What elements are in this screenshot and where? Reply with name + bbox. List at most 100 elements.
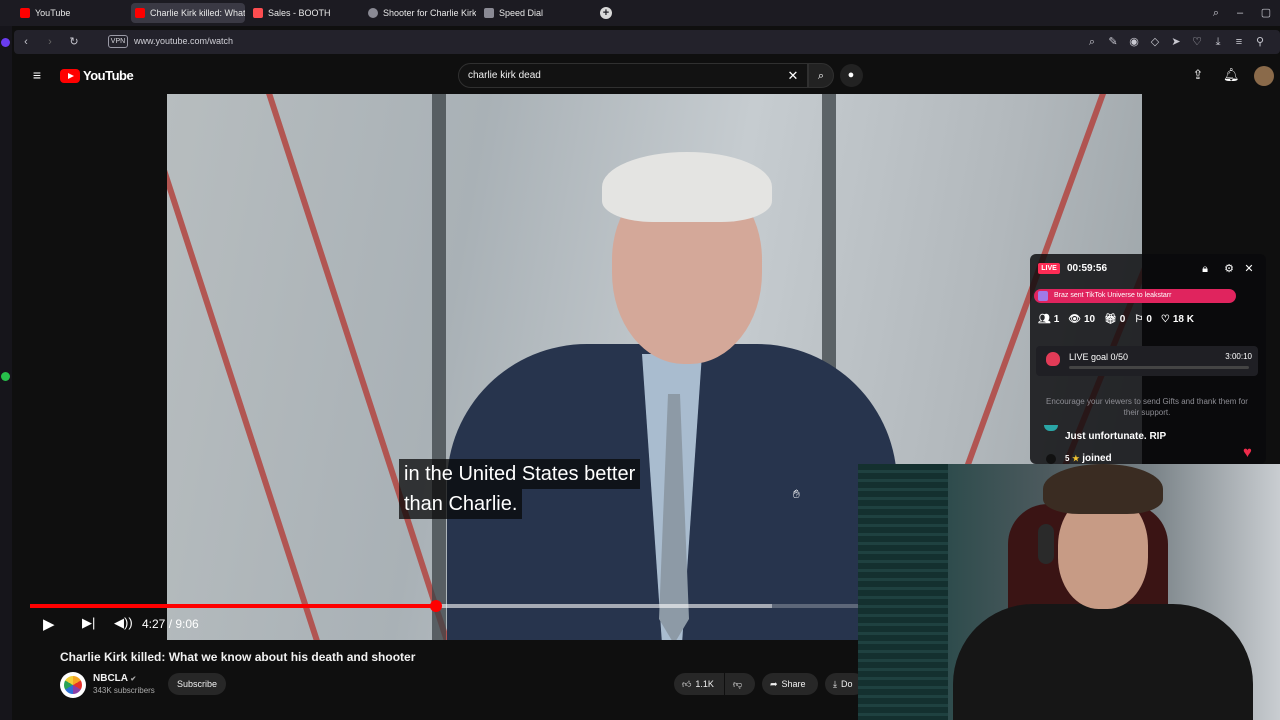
stat-shares: ⚐ 0 [1134, 314, 1152, 325]
notifications-bell-icon[interactable]: 🔔︎ [1223, 68, 1240, 81]
shield-icon[interactable]: ◇ [1149, 36, 1161, 48]
captions: in the United States better than Charlie… [399, 459, 641, 519]
live-timer: 00:59:56 [1067, 263, 1108, 274]
youtube-logo-text: YouTube [83, 68, 134, 83]
upload-icon[interactable]: ⇪ [1192, 68, 1204, 81]
sidebar-app-icon[interactable] [1, 38, 10, 47]
channel-avatar[interactable] [60, 672, 86, 698]
stat-value: 0 [1146, 314, 1152, 325]
joined-text: joined [1082, 453, 1112, 464]
gift-icon [1038, 291, 1048, 301]
stat-viewers: 👥︎ 1 [1038, 314, 1059, 325]
play-icon[interactable]: ▶ [43, 615, 55, 633]
tab-youtube[interactable]: YouTube [16, 3, 126, 23]
tab-charlie-kirk-video[interactable]: Charlie Kirk killed: What w [131, 3, 245, 23]
send-icon[interactable]: ➤ [1170, 36, 1182, 48]
avatar[interactable] [1254, 66, 1274, 86]
background-pillar [432, 94, 446, 640]
search-input[interactable]: charlie kirk dead ✕ [458, 63, 808, 88]
search-page-icon[interactable]: ⌕ [1086, 36, 1098, 48]
address-bar: ‹ › ↻ VPN www.youtube.com/watch ⌕ ✎ ◉ ◇ … [14, 30, 1280, 54]
clear-search-icon[interactable]: ✕ [787, 69, 799, 82]
profile-icon[interactable]: ⚲ [1254, 36, 1266, 48]
youtube-logo[interactable]: YouTube [60, 68, 134, 83]
youtube-favicon-icon [20, 8, 30, 18]
tab-shooter[interactable]: Shooter for Charlie Kirk [364, 3, 476, 23]
voice-search-button[interactable]: ● [840, 64, 863, 87]
gift-banner-text: Braz sent TikTok Universe to leakstarr [1054, 292, 1172, 299]
volume-icon[interactable]: ◀)) [114, 615, 133, 631]
time-display: 4:27 / 9:06 [142, 617, 199, 631]
window-blinds [858, 464, 948, 720]
headphones-icon [1038, 524, 1054, 564]
level-star-icon: ★ [1072, 454, 1080, 463]
search-tabs-icon[interactable]: ⌕ [1210, 7, 1222, 19]
like-button[interactable]: 👍︎ 1.1K [674, 673, 724, 695]
live-goal[interactable]: LIVE goal 0/50 3:00:10 [1036, 346, 1258, 376]
youtube-header: ≡ YouTube charlie kirk dead ✕ ⌕ ● ⇪ 🔔︎ [14, 58, 1280, 94]
chat-comment: Just unfortunate. RIP [1065, 431, 1167, 442]
joined-message: 5 ★ joined [1065, 453, 1112, 464]
share-label: Share [781, 679, 806, 689]
back-icon[interactable]: ‹ [20, 36, 32, 48]
caption-line: than Charlie. [399, 489, 523, 519]
share-button[interactable]: ➦ Share [762, 673, 818, 695]
edit-icon[interactable]: ✎ [1107, 36, 1119, 48]
download-icon[interactable]: ⤓ [1212, 36, 1224, 48]
subscribe-button[interactable]: Subscribe [168, 673, 226, 695]
caption-line: in the United States better [399, 459, 641, 489]
stat-likes: ♡ 18 K [1161, 314, 1194, 325]
browser-tab-bar: YouTube Charlie Kirk killed: What w Sale… [0, 0, 1280, 26]
lock-icon[interactable]: 🔒︎ [1199, 263, 1211, 275]
reload-icon[interactable]: ↻ [68, 36, 80, 48]
tab-label: YouTube [35, 8, 71, 18]
goal-time: 3:00:10 [1225, 352, 1252, 361]
new-tab-plus-icon[interactable]: + [600, 7, 612, 19]
forward-icon[interactable]: › [44, 36, 56, 48]
hand-cursor-icon: ✋︎ [793, 487, 800, 501]
user-level: 5 [1065, 454, 1070, 463]
browser-sidebar [0, 26, 12, 720]
download-label: Do [840, 679, 853, 689]
hamburger-menu-icon[interactable]: ≡ [31, 68, 43, 82]
heart-icon[interactable]: ♡ [1191, 36, 1203, 48]
gear-icon[interactable]: ⚙ [1223, 263, 1235, 275]
minimize-icon[interactable]: – [1234, 7, 1246, 19]
live-stats: 👥︎ 1 👁︎ 10 🎁︎ 0 ⚐ 0 ♡ 18 K [1038, 314, 1194, 325]
dislike-button[interactable]: 👎︎ [725, 673, 755, 695]
floating-heart-icon: ♥ [1243, 444, 1252, 461]
download-icon: ⤓ [833, 679, 837, 689]
progress-bar[interactable] [30, 600, 858, 612]
tab-sales-booth[interactable]: Sales - BOOTH [249, 3, 359, 23]
streamer-hair [1043, 464, 1163, 514]
search-button[interactable]: ⌕ [808, 63, 834, 88]
channel-name[interactable]: NBCLA ✔ [93, 673, 136, 684]
commenter-avatar [1044, 425, 1058, 431]
menu-icon[interactable]: ≡ [1233, 36, 1245, 48]
lock-icon [118, 36, 130, 48]
tab-label: Shooter for Charlie Kirk [383, 8, 476, 18]
speed-dial-icon [484, 8, 494, 18]
tab-speed-dial[interactable]: Speed Dial [480, 3, 590, 23]
maximize-icon[interactable]: ▢ [1260, 7, 1272, 19]
next-video-icon[interactable]: ▶| [82, 615, 95, 631]
gift-box-icon: 🎁︎ [1104, 314, 1117, 325]
people-icon: 👥︎ [1038, 314, 1051, 325]
close-icon[interactable]: ✕ [1243, 263, 1255, 275]
search-query: charlie kirk dead [468, 70, 541, 81]
thumbs-up-icon: 👍︎ [682, 679, 692, 689]
verified-icon: ✔ [130, 676, 137, 683]
url-field[interactable]: www.youtube.com/watch [134, 36, 233, 46]
channel-name-text: NBCLA [93, 673, 128, 684]
background-stripe [167, 94, 352, 640]
tab-label: Speed Dial [499, 8, 544, 18]
share-person-icon: ⚐ [1134, 314, 1144, 325]
progress-scrubber-handle[interactable] [430, 600, 442, 612]
eye-icon: 👁︎ [1068, 314, 1081, 325]
camera-icon[interactable]: ◉ [1128, 36, 1140, 48]
thumbs-down-icon: 👎︎ [733, 679, 743, 689]
sidebar-app-icon[interactable] [1, 372, 10, 381]
encourage-text: Encourage your viewers to send Gifts and… [1046, 397, 1248, 417]
stat-value: 18 K [1172, 314, 1194, 325]
stat-value: 1 [1053, 314, 1060, 325]
